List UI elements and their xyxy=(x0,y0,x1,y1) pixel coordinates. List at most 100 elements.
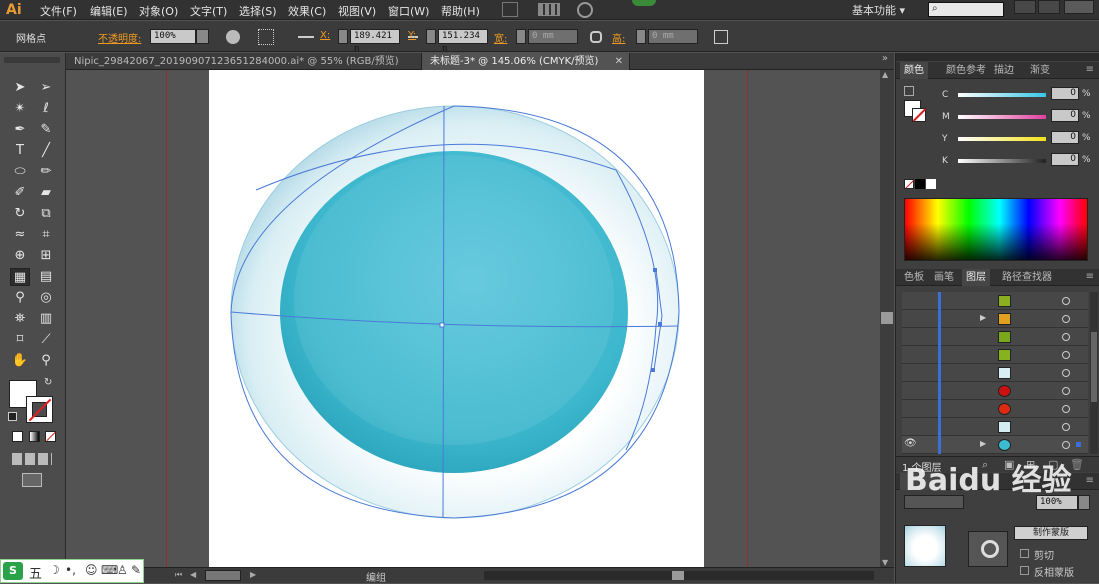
target-icon[interactable] xyxy=(1062,387,1070,395)
layer-row[interactable] xyxy=(902,328,1088,346)
layer-row[interactable] xyxy=(902,382,1088,400)
wrench-icon[interactable]: ✎ xyxy=(131,563,141,577)
perspective-grid-tool-icon[interactable]: ⊞ xyxy=(36,247,56,265)
minimize-button[interactable] xyxy=(1014,0,1036,14)
artboard-tool-icon[interactable]: ⌑ xyxy=(10,331,30,349)
ime-mode-label[interactable]: 五 xyxy=(29,563,42,582)
color-mode-icon[interactable] xyxy=(12,431,23,442)
expand-arrow-icon[interactable]: ▶ xyxy=(980,439,986,448)
help-search-input[interactable]: ⌕ xyxy=(928,2,1004,17)
ime-toolbar[interactable]: S 五 ☽ •, ☺ ⌨ ♙ ✎ xyxy=(0,559,144,583)
pencil-tool-icon[interactable]: ✐ xyxy=(10,184,30,202)
free-transform-tool-icon[interactable]: ⌗ xyxy=(36,226,56,244)
eyedropper-tool-icon[interactable]: ⚲ xyxy=(10,289,30,307)
canvas[interactable] xyxy=(66,70,878,567)
gradient-mode-icon[interactable] xyxy=(29,431,40,442)
tab-pathfinder[interactable]: 路径查找器 xyxy=(998,269,1056,286)
magenta-slider[interactable] xyxy=(958,115,1046,119)
tab-swatches[interactable]: 色板 xyxy=(900,269,928,286)
column-graph-tool-icon[interactable]: ▥ xyxy=(36,310,56,328)
opacity-dropdown-arrow[interactable] xyxy=(1078,495,1090,510)
layer-row[interactable] xyxy=(902,418,1088,436)
align-anchor-icon[interactable] xyxy=(298,36,314,38)
black-swatch[interactable] xyxy=(915,179,925,189)
artwork[interactable] xyxy=(66,70,878,567)
tabs-overflow-icon[interactable]: » xyxy=(882,53,888,64)
menu-object[interactable]: 对象(O) xyxy=(139,3,178,19)
sync-icon[interactable] xyxy=(577,2,593,18)
black-value[interactable]: 0 xyxy=(1051,153,1079,166)
warp-tool-icon[interactable]: ≈ xyxy=(10,226,30,244)
cyan-slider[interactable] xyxy=(958,93,1046,97)
paintbrush-tool-icon[interactable]: ✏ xyxy=(36,163,56,181)
hand-tool-icon[interactable]: ✋ xyxy=(10,352,30,370)
color-panel-stroke[interactable] xyxy=(912,108,927,122)
delete-layer-icon[interactable]: 🗑 xyxy=(1070,458,1084,471)
tab-stroke[interactable]: 描边 xyxy=(990,62,1018,79)
tab-layers[interactable]: 图层 xyxy=(962,269,990,286)
scroll-thumb[interactable] xyxy=(881,312,893,324)
curvature-tool-icon[interactable]: ✎ xyxy=(36,121,56,139)
mesh-tool-icon[interactable]: ▦ xyxy=(10,268,30,286)
tab-untitled-3[interactable]: 未标题-3* @ 145.06% (CMYK/预览) ✕ xyxy=(422,53,630,70)
punctuation-icon[interactable]: •, xyxy=(65,563,76,577)
ellipse-tool-icon[interactable]: ⬭ xyxy=(10,163,30,181)
swap-fill-stroke-icon[interactable]: ↻ xyxy=(44,377,52,388)
constrain-proportions-icon[interactable] xyxy=(590,31,602,43)
selection-tool-icon[interactable]: ➤ xyxy=(10,79,30,97)
layer-row[interactable]: ▶ xyxy=(902,310,1088,328)
layer-row-selected[interactable]: 👁 ▶ xyxy=(902,436,1088,454)
restore-button[interactable] xyxy=(1038,0,1060,14)
black-slider[interactable] xyxy=(958,159,1046,163)
menu-select[interactable]: 选择(S) xyxy=(239,3,277,19)
lasso-tool-icon[interactable]: ℓ xyxy=(36,100,56,118)
sogou-logo-icon[interactable]: S xyxy=(3,562,23,580)
pen-tool-icon[interactable]: ✒ xyxy=(10,121,30,139)
tab-gradient[interactable]: 渐变 xyxy=(1026,62,1054,79)
menu-window[interactable]: 窗口(W) xyxy=(388,3,429,19)
shape-builder-tool-icon[interactable]: ⊕ xyxy=(10,247,30,265)
tab-brushes[interactable]: 画笔 xyxy=(930,269,958,286)
target-icon[interactable] xyxy=(1062,405,1070,413)
rotate-tool-icon[interactable]: ↻ xyxy=(10,205,30,223)
width-stepper[interactable] xyxy=(516,29,526,44)
vertical-scrollbar[interactable]: ▲ ▼ xyxy=(880,70,894,567)
target-icon[interactable] xyxy=(1062,441,1070,449)
symbol-sprayer-tool-icon[interactable]: ⛯ xyxy=(10,310,30,328)
target-icon[interactable] xyxy=(1062,369,1070,377)
width-input[interactable]: 0 mm xyxy=(528,29,578,44)
slice-tool-icon[interactable]: ⟋ xyxy=(36,331,56,349)
artboard-number-field[interactable] xyxy=(205,570,241,581)
menu-view[interactable]: 视图(V) xyxy=(338,3,376,19)
opacity-label[interactable]: 不透明度: xyxy=(98,30,141,45)
x-stepper[interactable] xyxy=(338,29,348,44)
moon-icon[interactable]: ☽ xyxy=(49,563,60,577)
line-tool-icon[interactable]: ╱ xyxy=(36,142,56,160)
clip-checkbox[interactable] xyxy=(1020,549,1029,558)
menu-help[interactable]: 帮助(H) xyxy=(441,3,480,19)
magic-wand-tool-icon[interactable]: ✴ xyxy=(10,100,30,118)
prev-artboard-icon[interactable]: ◀ xyxy=(190,570,196,579)
magenta-value[interactable]: 0 xyxy=(1051,109,1079,122)
target-icon[interactable] xyxy=(1062,423,1070,431)
scroll-up-icon[interactable]: ▲ xyxy=(882,70,888,79)
arrange-documents-icon[interactable] xyxy=(538,3,560,16)
tab-nipic-document[interactable]: Nipic_29842067_20190907123651284000.ai* … xyxy=(66,53,422,70)
scroll-thumb[interactable] xyxy=(672,571,684,580)
type-tool-icon[interactable]: T xyxy=(10,142,30,160)
status-label[interactable]: 编组 xyxy=(366,569,386,584)
target-icon[interactable] xyxy=(1062,297,1070,305)
scroll-thumb[interactable] xyxy=(1091,332,1097,402)
anchor-point-selected[interactable] xyxy=(658,322,662,326)
eraser-tool-icon[interactable]: ▰ xyxy=(36,184,56,202)
anchor-point[interactable] xyxy=(439,322,445,328)
cyan-value[interactable]: 0 xyxy=(1051,87,1079,100)
direct-selection-tool-icon[interactable]: ➢ xyxy=(36,79,56,97)
scroll-down-icon[interactable]: ▼ xyxy=(882,558,888,567)
target-icon[interactable] xyxy=(1062,351,1070,359)
white-swatch[interactable] xyxy=(926,179,936,189)
next-artboard-icon[interactable]: ▶ xyxy=(250,570,256,579)
close-button[interactable] xyxy=(1064,0,1094,14)
menu-type[interactable]: 文字(T) xyxy=(190,3,227,19)
horizontal-scrollbar[interactable] xyxy=(484,571,874,580)
